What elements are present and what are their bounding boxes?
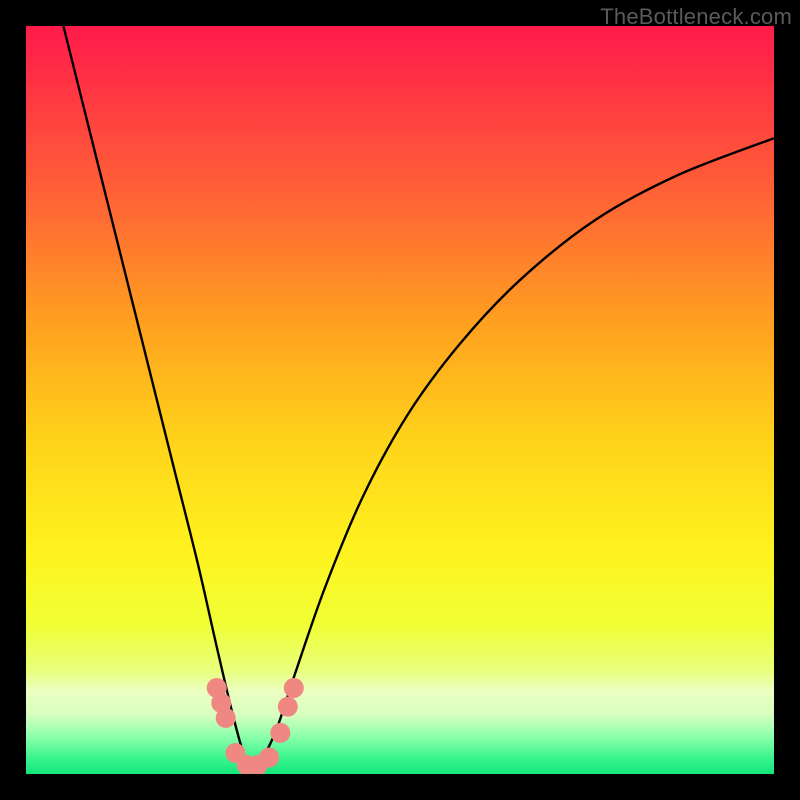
curve-marker [270,723,290,743]
watermark-text: TheBottleneck.com [600,4,792,30]
chart-frame: TheBottleneck.com [0,0,800,800]
curve-marker [284,678,304,698]
curve-marker [216,708,236,728]
curve-marker [278,697,298,717]
plot-area [26,26,774,774]
curve-marker [259,748,279,768]
gradient-background [26,26,774,774]
bottleneck-chart [26,26,774,774]
